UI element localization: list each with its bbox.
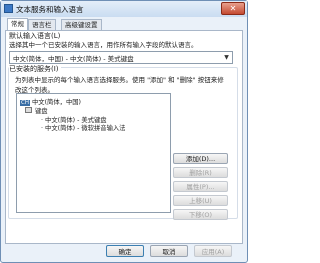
apply-button[interactable]: 应用(A) <box>194 245 232 257</box>
properties-button[interactable]: 属性(P)... <box>173 181 228 192</box>
window-title: 文本服务和输入语言 <box>16 5 84 14</box>
ok-button[interactable]: 确定 <box>106 245 144 257</box>
chevron-down-icon[interactable]: ▼ <box>222 53 231 62</box>
services-tree[interactable]: CH 中文(简体，中国) 键盘 · 中文(简体) - 美式键盘 · 中文(简体)… <box>16 93 171 213</box>
installed-services-heading: 已安装的服务(I) <box>9 64 61 74</box>
tree-language-label: 中文(简体，中国) <box>32 99 81 106</box>
remove-button[interactable]: 删除(R) <box>173 167 228 178</box>
default-language-select[interactable]: 中文(简体，中国) - 中文(简体) - 美式键盘 ▼ <box>9 51 233 64</box>
add-button[interactable]: 添加(D)... <box>173 153 228 164</box>
keyboard-icon <box>4 4 13 13</box>
close-button[interactable]: ✕ <box>221 2 245 15</box>
installed-services-description: 为列表中显示的每个输入语言选择服务。使用 "添加" 和 "删除" 按钮来修改这个… <box>15 76 224 94</box>
tree-item-label: 中文(简体) - 微软拼音输入法 <box>45 125 126 132</box>
cancel-button[interactable]: 取消 <box>150 245 188 257</box>
move-up-button[interactable]: 上移(U) <box>173 195 228 206</box>
dialog-window: 文本服务和输入语言 ✕ 常规 语言栏 高级键设置 默认输入语言(L) 选择其中一… <box>0 0 248 263</box>
keyboard-icon <box>25 107 32 113</box>
tree-language-row[interactable]: CH 中文(简体，中国) <box>20 97 81 106</box>
tree-item-microsoft-pinyin[interactable]: · 中文(简体) - 微软拼音输入法 <box>41 123 125 132</box>
language-badge-icon: CH <box>20 100 30 106</box>
tree-category-label: 键盘 <box>35 108 48 115</box>
title-bar[interactable]: 文本服务和输入语言 ✕ <box>1 1 247 17</box>
default-language-value: 中文(简体，中国) - 中文(简体) - 美式键盘 <box>13 55 134 63</box>
default-language-description: 选择其中一个已安装的输入语言，用作所有输入字段的默认语言。 <box>9 41 198 49</box>
move-down-button[interactable]: 下移(O) <box>173 209 228 220</box>
